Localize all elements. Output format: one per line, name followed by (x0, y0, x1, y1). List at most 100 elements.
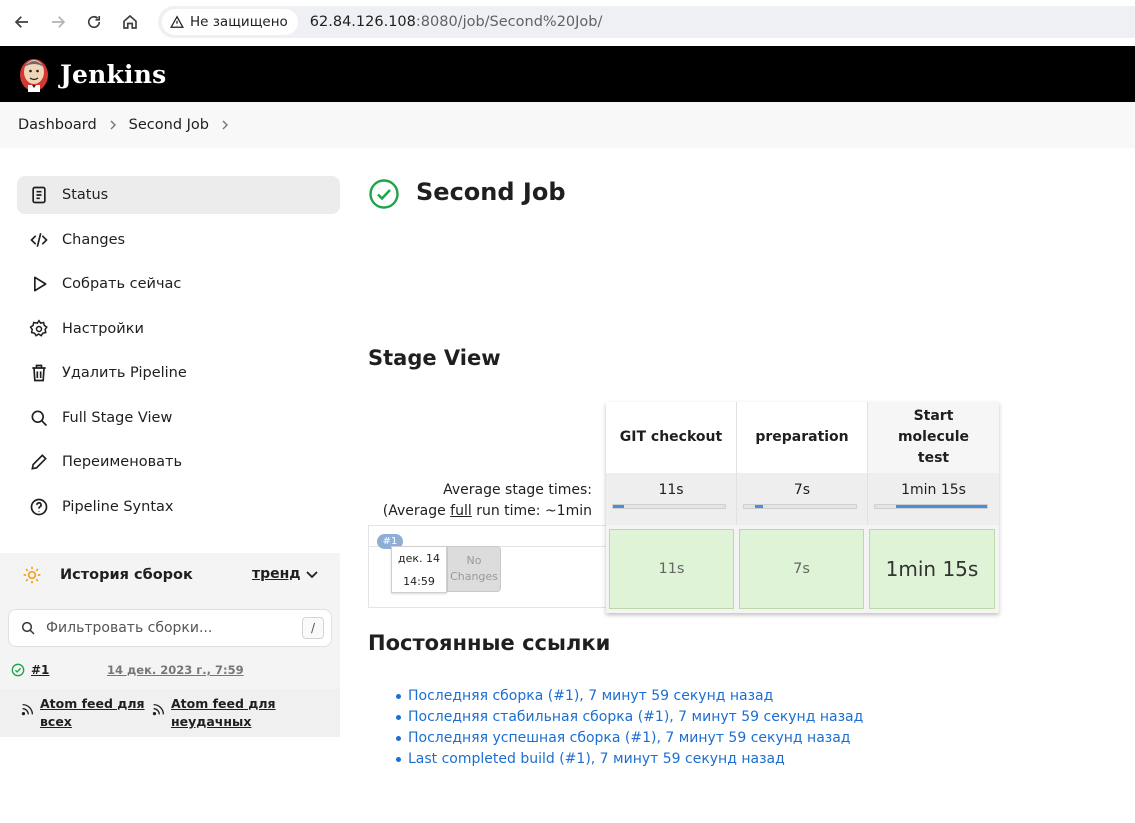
atom-feed-all[interactable]: Atom feed для всех (21, 695, 150, 731)
stage-view-title: Stage View (368, 346, 501, 370)
keyboard-shortcut-hint: / (302, 617, 324, 639)
stage-cell-git-checkout[interactable]: 11s (609, 529, 734, 609)
reload-icon (87, 15, 101, 29)
stage-cell-preparation[interactable]: 7s (739, 529, 864, 609)
stage-average-time: 7s (793, 482, 811, 498)
sidebar-item-build-now[interactable]: Собрать сейчас (17, 265, 340, 303)
search-icon (21, 621, 35, 635)
atom-feed-all-label: Atom feed для всех (40, 696, 145, 729)
back-button[interactable] (4, 4, 40, 40)
sidebar-item-label: Full Stage View (62, 410, 173, 426)
rss-icon (152, 703, 165, 716)
home-icon (123, 14, 137, 29)
stage-average-bar (743, 504, 857, 509)
reload-button[interactable] (76, 4, 112, 40)
build-time: 14:59 (403, 575, 435, 588)
help-icon (28, 496, 50, 518)
build-number-link[interactable]: #1 (31, 663, 49, 677)
sidebar-item-full-stage-view[interactable]: Full Stage View (17, 399, 340, 437)
sidebar-item-delete-pipeline[interactable]: Удалить Pipeline (17, 354, 340, 392)
permalink-last-successful-build[interactable]: Последняя успешная сборка (#1), 7 минут … (395, 728, 863, 749)
sidebar-item-label: Удалить Pipeline (62, 365, 187, 381)
breadcrumb-separator[interactable] (215, 120, 235, 130)
sidebar-item-status[interactable]: Status (17, 176, 340, 214)
trend-link[interactable]: тренд (252, 566, 301, 582)
stage-average-bar-fill (613, 505, 625, 508)
column-divider (736, 402, 737, 525)
url-text: 62.84.126.108:8080/job/Second%20Job/ (310, 14, 603, 30)
build-row[interactable]: #1 14 дек. 2023 г., 7:59 (0, 653, 340, 687)
build-filter-input[interactable] (46, 620, 286, 636)
sidebar-item-settings[interactable]: Настройки (17, 310, 340, 348)
chevron-down-icon[interactable] (304, 566, 320, 582)
build-history-header: История сборок тренд (0, 553, 340, 597)
permalinks-title: Постоянные ссылки (368, 631, 611, 655)
rss-icon (21, 703, 34, 716)
stage-average-preparation: 7s (737, 473, 867, 525)
address-bar[interactable]: Не защищено 62.84.126.108:8080/job/Secon… (158, 6, 1135, 38)
page-title: Second Job (416, 178, 566, 206)
arrow-left-icon (14, 16, 28, 28)
forward-button[interactable] (40, 4, 76, 40)
stage-build-row-header: #1 дек. 14 14:59 No Changes (368, 525, 606, 608)
success-icon (369, 179, 399, 209)
no-changes-box: No Changes (447, 546, 501, 592)
stage-average-bar (874, 504, 988, 509)
stage-header-start-molecule-test: Start molecule test (868, 402, 999, 473)
security-chip[interactable]: Не защищено (162, 9, 298, 35)
permalink-last-stable-build[interactable]: Последняя стабильная сборка (#1), 7 мину… (395, 707, 863, 728)
sidebar-item-changes[interactable]: Changes (17, 221, 340, 259)
sidebar-item-label: Настройки (62, 321, 144, 337)
status-icon (28, 184, 50, 206)
build-date-box[interactable]: дек. 14 14:59 (391, 546, 447, 593)
sidebar-item-label: Pipeline Syntax (62, 499, 174, 515)
stage-average-git-checkout: 11s (606, 473, 736, 525)
atom-feed-failed-label: Atom feed для неудачных (171, 696, 276, 729)
average-run-time-prefix: (Average (382, 503, 451, 519)
chevron-right-icon (222, 120, 228, 130)
arrow-right-icon (52, 16, 66, 28)
stage-cell-start-molecule-test[interactable]: 1min 15s (869, 529, 995, 609)
stage-average-time: 11s (658, 482, 684, 498)
url-path: :8080/job/Second%20Job/ (415, 14, 603, 30)
chevron-right-icon (110, 120, 116, 130)
average-stage-times-line: Average stage times: (443, 482, 592, 498)
breadcrumb-separator[interactable] (103, 120, 123, 130)
breadcrumb-dashboard[interactable]: Dashboard (18, 117, 97, 133)
sidebar-item-pipeline-syntax[interactable]: Pipeline Syntax (17, 488, 340, 526)
column-divider (867, 402, 868, 525)
breadcrumb: Dashboard Second Job (0, 102, 1135, 148)
stage-view-table: GIT checkout preparation Start molecule … (606, 402, 999, 613)
build-history-title: История сборок (60, 567, 193, 583)
code-icon (28, 229, 50, 251)
sidebar-item-label: Переименовать (62, 454, 183, 470)
gear-icon (28, 318, 50, 340)
browser-toolbar: Не защищено 62.84.126.108:8080/job/Secon… (0, 0, 1135, 46)
sun-icon (23, 566, 41, 584)
jenkins-title[interactable]: Jenkins (60, 60, 166, 89)
build-date-link[interactable]: 14 дек. 2023 г., 7:59 (107, 663, 244, 677)
jenkins-logo-icon[interactable] (18, 55, 50, 93)
stage-header-git-checkout: GIT checkout (606, 402, 736, 473)
build-date: дек. 14 (397, 552, 440, 565)
jenkins-header: Jenkins (0, 46, 1135, 102)
trash-icon (28, 362, 50, 384)
sidebar-item-label: Changes (62, 232, 126, 248)
stage-average-bar-fill (896, 505, 987, 508)
url-host: 62.84.126.108 (309, 14, 416, 30)
sidebar-item-label: Собрать сейчас (62, 276, 182, 292)
sidebar-item-rename[interactable]: Переименовать (17, 443, 340, 481)
permalinks-list: Последняя сборка (#1), 7 минут 59 секунд… (395, 686, 863, 770)
breadcrumb-second-job[interactable]: Second Job (129, 117, 209, 133)
atom-feeds: Atom feed для всех Atom feed для неудачн… (0, 689, 340, 737)
security-label: Не защищено (190, 14, 288, 30)
build-history: История сборок тренд / #1 14 дек. 2023 г… (0, 553, 340, 737)
atom-feed-failed[interactable]: Atom feed для неудачных (152, 695, 281, 731)
permalink-last-completed-build[interactable]: Last completed build (#1), 7 минут 59 се… (395, 749, 863, 770)
average-run-time-full: full (450, 503, 472, 519)
permalink-last-build[interactable]: Последняя сборка (#1), 7 минут 59 секунд… (395, 686, 863, 707)
sidebar-item-label: Status (62, 187, 109, 203)
search-icon (28, 407, 50, 429)
home-button[interactable] (112, 4, 148, 40)
success-icon (11, 663, 25, 677)
